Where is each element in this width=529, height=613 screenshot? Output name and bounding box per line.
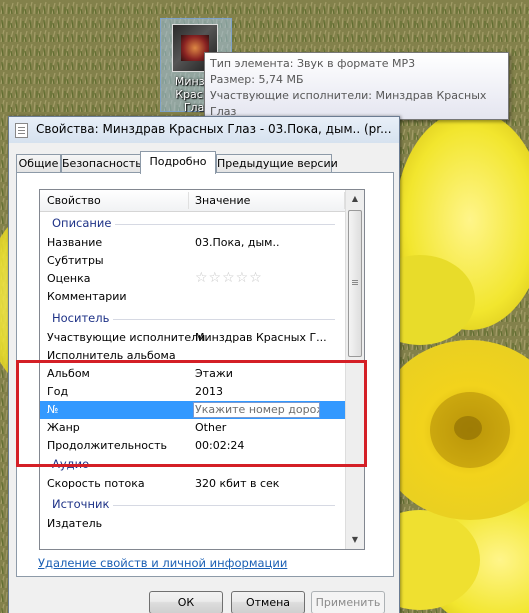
- group-origin: Источник: [40, 496, 345, 514]
- list-header: Свойство Значение: [40, 190, 345, 212]
- tab-details[interactable]: Подробно: [140, 151, 216, 174]
- tooltip-type: Тип элемента: Звук в формате MP3: [210, 57, 416, 70]
- scroll-down-icon[interactable]: ▼: [348, 533, 362, 547]
- highlight-annotation-box: [16, 360, 367, 467]
- rating-stars-icon[interactable]: ☆☆☆☆☆: [195, 271, 263, 286]
- column-header-property[interactable]: Свойство: [47, 194, 101, 207]
- file-info-tooltip: Тип элемента: Звук в формате MP3 Размер:…: [204, 52, 509, 134]
- scroll-up-icon[interactable]: ▲: [348, 192, 362, 206]
- cancel-button[interactable]: Отмена: [231, 591, 305, 613]
- ok-button[interactable]: ОК: [149, 591, 223, 613]
- group-media: Носитель: [40, 310, 345, 328]
- row-bitrate[interactable]: Скорость потока 320 кбит в сек: [40, 475, 345, 493]
- title-bar[interactable]: Свойства: Минздрав Красных Глаз - 03.Пок…: [9, 117, 399, 143]
- row-comments[interactable]: Комментарии: [40, 288, 345, 306]
- row-artists[interactable]: Участвующие исполнители Минздрав Красных…: [40, 329, 345, 347]
- row-rating[interactable]: Оценка ☆☆☆☆☆: [40, 270, 345, 288]
- tab-general[interactable]: Общие: [16, 154, 61, 173]
- row-subtitle[interactable]: Субтитры: [40, 252, 345, 270]
- apply-button[interactable]: Применить: [311, 591, 385, 613]
- dialog-title: Свойства: Минздрав Красных Глаз - 03.Пок…: [36, 122, 392, 136]
- tab-previous-versions[interactable]: Предыдущие версии: [216, 154, 338, 173]
- scroll-thumb[interactable]: [348, 210, 362, 357]
- tooltip-size: Размер: 5,74 МБ: [210, 73, 304, 86]
- column-header-value[interactable]: Значение: [195, 194, 250, 207]
- group-description: Описание: [40, 215, 345, 233]
- document-icon: [15, 123, 28, 138]
- remove-properties-link[interactable]: Удаление свойств и личной информации: [38, 556, 287, 570]
- row-title[interactable]: Название 03.Пока, дым..: [40, 234, 345, 252]
- tab-security[interactable]: Безопасность: [61, 154, 142, 173]
- row-publisher[interactable]: Издатель: [40, 515, 345, 533]
